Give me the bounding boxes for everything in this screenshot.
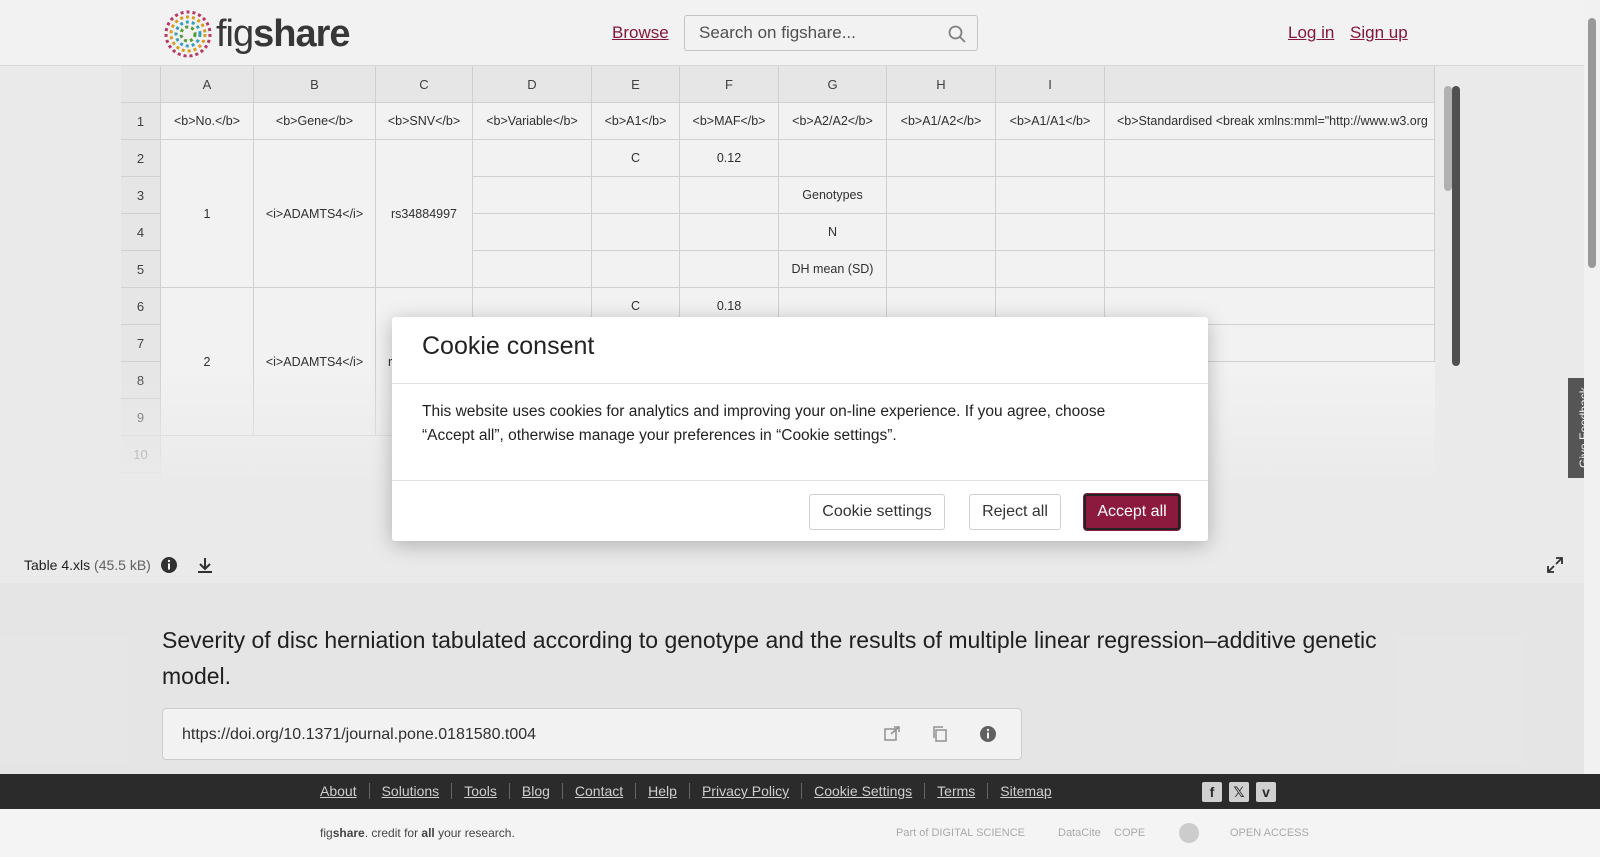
cope-logo[interactable]: COPE bbox=[1114, 823, 1145, 843]
footer-bottom: figshare. credit for all your research. … bbox=[0, 809, 1600, 857]
divider bbox=[392, 480, 1208, 481]
accept-all-button[interactable]: Accept all bbox=[1084, 494, 1180, 530]
vimeo-icon[interactable]: v bbox=[1256, 782, 1276, 802]
footer-link-tools[interactable]: Tools bbox=[451, 783, 509, 799]
reject-all-button[interactable]: Reject all bbox=[969, 494, 1061, 530]
page-scroll-thumb[interactable] bbox=[1588, 18, 1596, 268]
x-twitter-icon[interactable]: 𝕏 bbox=[1229, 782, 1249, 802]
open-access-logo[interactable]: OPEN ACCESS bbox=[1230, 823, 1309, 843]
seal-logo[interactable] bbox=[1178, 823, 1200, 843]
cookie-consent-dialog: Cookie consent This website uses cookies… bbox=[392, 317, 1208, 541]
datacite-logo[interactable]: DataCite bbox=[1058, 823, 1101, 843]
footer-link-about[interactable]: About bbox=[320, 783, 369, 799]
footer-tagline: figshare. credit for all your research. bbox=[320, 826, 515, 840]
dialog-title: Cookie consent bbox=[422, 332, 595, 360]
digital-science-logo[interactable]: Part of DIGITAL SCIENCE bbox=[896, 823, 1025, 843]
footer-link-cookie-settings[interactable]: Cookie Settings bbox=[801, 783, 924, 799]
footer-links: About Solutions Tools Blog Contact Help … bbox=[320, 783, 1064, 799]
footer-link-help[interactable]: Help bbox=[635, 783, 689, 799]
footer-link-blog[interactable]: Blog bbox=[508, 783, 562, 799]
divider bbox=[392, 383, 1208, 384]
footer-nav: About Solutions Tools Blog Contact Help … bbox=[0, 774, 1600, 809]
footer-link-sitemap[interactable]: Sitemap bbox=[987, 783, 1063, 799]
footer-link-terms[interactable]: Terms bbox=[924, 783, 987, 799]
footer-link-contact[interactable]: Contact bbox=[561, 783, 635, 799]
page-scrollbar[interactable] bbox=[1584, 0, 1600, 774]
footer-link-solutions[interactable]: Solutions bbox=[368, 783, 452, 799]
footer-link-privacy[interactable]: Privacy Policy bbox=[688, 783, 801, 799]
cookie-settings-button[interactable]: Cookie settings bbox=[809, 494, 945, 530]
dialog-body: This website uses cookies for analytics … bbox=[422, 403, 1106, 444]
facebook-icon[interactable]: f bbox=[1202, 782, 1222, 802]
